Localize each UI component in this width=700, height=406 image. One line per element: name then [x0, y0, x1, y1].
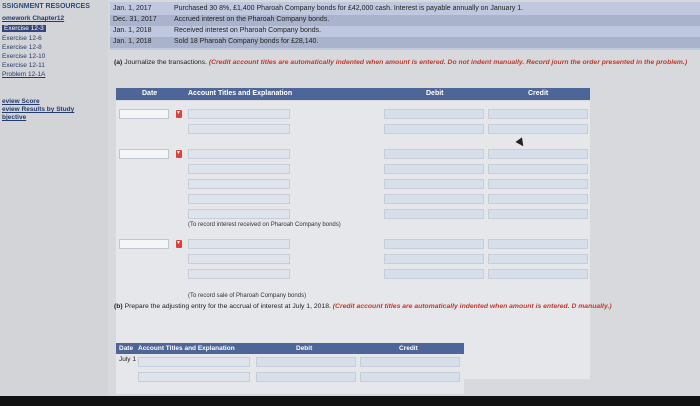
credit-input[interactable]	[488, 254, 588, 264]
credit-input[interactable]	[488, 109, 588, 119]
objective-link[interactable]: bjective	[2, 114, 26, 121]
account-input[interactable]	[188, 179, 290, 189]
account-input[interactable]	[188, 254, 290, 264]
sidebar-item-homework[interactable]: omework Chapter12	[2, 15, 64, 22]
credit-input[interactable]	[488, 164, 588, 174]
transaction-row: Jan. 1, 2018 Sold 18 Pharoah Company bon…	[110, 37, 700, 48]
sidebar-item-exercise-12-3[interactable]: Exercise 12-3	[2, 25, 46, 32]
col-debit: Debit	[296, 345, 313, 352]
transaction-date: Jan. 1, 2018	[113, 27, 152, 34]
account-input[interactable]	[188, 269, 290, 279]
transaction-row: Dec. 31, 2017 Accrued interest on the Ph…	[110, 15, 700, 26]
account-input[interactable]	[188, 164, 290, 174]
transaction-date: Jan. 1, 2018	[113, 38, 152, 45]
sidebar-header: SSIGNMENT RESOURCES	[2, 3, 90, 10]
transaction-row: Jan. 1, 2018 Received interest on Pharoa…	[110, 26, 700, 37]
transaction-date: Jan. 1, 2017	[113, 5, 152, 12]
transaction-description: Sold 18 Pharoah Company bonds for £28,14…	[174, 38, 319, 45]
col-date: Date	[142, 90, 158, 97]
date-dropdown-icon[interactable]: ▾	[176, 150, 182, 158]
account-input[interactable]	[188, 209, 290, 219]
col-credit: Credit	[528, 90, 549, 97]
sidebar-item-exercise-12-11[interactable]: Exercise 12-11	[2, 62, 45, 69]
sidebar-item-exercise-12-6[interactable]: Exercise 12-6	[2, 35, 42, 42]
sidebar-item-exercise-12-10[interactable]: Exercise 12-10	[2, 53, 45, 60]
account-input[interactable]	[188, 124, 290, 134]
memo-interest-received: (To record interest received on Pharoah …	[188, 222, 341, 228]
transaction-description: Purchased 30 8%, £1,400 Pharoah Company …	[174, 5, 524, 12]
col-date: Date	[119, 345, 134, 352]
screen-bottom-edge	[0, 396, 700, 406]
sidebar-item-problem-12-1a[interactable]: Problem 12-1A	[2, 71, 45, 78]
transaction-date: Dec. 31, 2017	[113, 16, 157, 23]
part-a-text: Journalize the transactions.	[122, 59, 209, 66]
account-input[interactable]	[188, 194, 290, 204]
credit-input[interactable]	[488, 149, 588, 159]
adjusting-table: July 1	[116, 354, 464, 394]
part-b-note: (Credit account titles are automatically…	[332, 303, 612, 310]
transaction-description: Received interest on Pharoah Company bon…	[174, 27, 322, 34]
credit-input[interactable]	[488, 124, 588, 134]
debit-input[interactable]	[384, 164, 484, 174]
credit-input[interactable]	[488, 209, 588, 219]
col-account: Account Titles and Explanation	[188, 90, 293, 97]
debit-input[interactable]	[256, 372, 356, 382]
assignment-sidebar: SSIGNMENT RESOURCES omework Chapter12 Ex…	[0, 0, 108, 406]
debit-input[interactable]	[384, 269, 484, 279]
date-input[interactable]	[119, 239, 169, 249]
debit-input[interactable]	[384, 209, 484, 219]
part-b-text: Prepare the adjusting entry for the accr…	[122, 303, 333, 310]
credit-input[interactable]	[488, 269, 588, 279]
account-input[interactable]	[138, 372, 250, 382]
date-input[interactable]	[119, 149, 169, 159]
credit-input[interactable]	[488, 194, 588, 204]
date-dropdown-icon[interactable]: ▾	[176, 110, 182, 118]
debit-input[interactable]	[384, 254, 484, 264]
credit-input[interactable]	[488, 179, 588, 189]
debit-input[interactable]	[256, 357, 356, 367]
part-b-instructions: (b) Prepare the adjusting entry for the …	[114, 302, 700, 311]
date-input[interactable]	[119, 109, 169, 119]
debit-input[interactable]	[384, 239, 484, 249]
debit-input[interactable]	[384, 179, 484, 189]
debit-input[interactable]	[384, 109, 484, 119]
account-input[interactable]	[188, 149, 290, 159]
credit-input[interactable]	[360, 372, 460, 382]
review-score-link[interactable]: eview Score	[2, 98, 40, 105]
date-dropdown-icon[interactable]: ▾	[176, 240, 182, 248]
credit-input[interactable]	[488, 239, 588, 249]
credit-input[interactable]	[360, 357, 460, 367]
journal-table-header: Date Account Titles and Explanation Debi…	[116, 88, 590, 100]
adjusting-date: July 1	[119, 356, 136, 363]
part-a-note: (Credit account titles are automatically…	[208, 59, 688, 66]
transaction-row: Jan. 1, 2017 Purchased 30 8%, £1,400 Pha…	[110, 4, 700, 15]
part-b-lead: (b)	[114, 303, 123, 310]
transaction-list: Jan. 1, 2017 Purchased 30 8%, £1,400 Pha…	[110, 2, 700, 50]
sidebar-item-exercise-12-8[interactable]: Exercise 12-8	[2, 44, 42, 51]
part-a-instructions: (a) Journalize the transactions. (Credit…	[114, 58, 700, 67]
debit-input[interactable]	[384, 149, 484, 159]
col-account: Account Titles and Explanation	[138, 345, 235, 352]
col-credit: Credit	[399, 345, 418, 352]
account-input[interactable]	[188, 109, 290, 119]
review-results-link[interactable]: eview Results by Study	[2, 106, 74, 113]
account-input[interactable]	[138, 357, 250, 367]
col-debit: Debit	[426, 90, 444, 97]
debit-input[interactable]	[384, 194, 484, 204]
debit-input[interactable]	[384, 124, 484, 134]
adjusting-table-header: Date Account Titles and Explanation Debi…	[116, 343, 464, 354]
account-input[interactable]	[188, 239, 290, 249]
transaction-description: Accrued interest on the Pharoah Company …	[174, 16, 330, 23]
memo-bond-sale: (To record sale of Pharoah Company bonds…	[188, 293, 307, 299]
